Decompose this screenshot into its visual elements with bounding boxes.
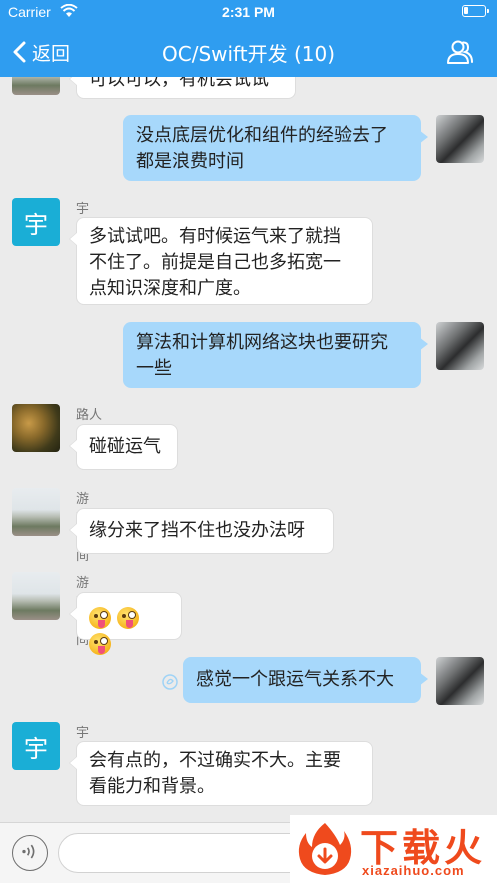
sender-avatar[interactable]: 宇 xyxy=(12,198,60,246)
sender-avatar[interactable]: 宇 xyxy=(12,722,60,770)
sender-avatar[interactable] xyxy=(12,488,60,536)
message-status-icon xyxy=(162,674,178,690)
message-text-line: 会有点的，不过确实不大。主要 xyxy=(89,750,341,771)
my-avatar[interactable] xyxy=(436,657,484,705)
chat-title: OC/Swift开发 (10) xyxy=(162,42,335,66)
message-bubble[interactable]: 可以可以，有机会试试 xyxy=(69,77,296,99)
message-text-line: 看能力和背景。 xyxy=(89,776,215,797)
message-bubble[interactable]: 感觉一个跟运气关系不大 xyxy=(183,657,428,703)
message-text: 感觉一个跟运气关系不大 xyxy=(196,669,394,690)
message-bubble[interactable]: 没点底层优化和组件的经验去了 都是浪费时间 xyxy=(123,115,428,181)
message-bubble[interactable] xyxy=(69,592,182,655)
message-text-line: 多试试吧。有时候运气来了就挡 xyxy=(89,226,341,247)
message-bubble[interactable]: 多试试吧。有时候运气来了就挡 不住了。前提是自己也多拓宽一 点知识深度和广度。 xyxy=(69,217,373,305)
message-text-line: 算法和计算机网络这块也要研究 xyxy=(136,332,388,353)
status-bar: Carrier 2:31 PM xyxy=(0,0,497,26)
tongue-wink-emoji xyxy=(89,607,111,629)
watermark: 下载火 xiazaihuo.com xyxy=(290,815,497,883)
message-text-line: 一些 xyxy=(136,358,172,379)
sender-avatar[interactable] xyxy=(12,572,60,620)
voice-wave-icon xyxy=(22,844,35,859)
message-bubble[interactable]: 算法和计算机网络这块也要研究 一些 xyxy=(123,322,428,388)
message-bubble[interactable]: 会有点的，不过确实不大。主要 看能力和背景。 xyxy=(69,741,373,806)
message-bubble[interactable]: 碰碰运气 xyxy=(69,424,178,470)
voice-input-button[interactable] xyxy=(12,835,48,871)
my-avatar[interactable] xyxy=(436,322,484,370)
tongue-wink-emoji xyxy=(89,633,111,655)
watermark-url: xiazaihuo.com xyxy=(362,863,465,878)
navigation-bar: 返回 OC/Swift开发 (10) xyxy=(0,26,497,77)
message-text: 碰碰运气 xyxy=(89,436,161,457)
message-text: 可以可以，有机会试试 xyxy=(89,77,269,90)
message-list[interactable]: 可以可以，有机会试试 没点底层优化和组件的经验去了 都是浪费时间 宇 宇文长空 … xyxy=(0,77,497,822)
message-text: 缘分来了挡不住也没办法呀 xyxy=(89,520,305,541)
message-text-line: 点知识深度和广度。 xyxy=(89,278,251,299)
message-text-line: 没点底层优化和组件的经验去了 xyxy=(136,125,388,146)
fire-logo-icon xyxy=(298,823,352,875)
tongue-wink-emoji xyxy=(117,607,139,629)
message-text-line: 不住了。前提是自己也多拓宽一 xyxy=(89,252,341,273)
group-members-icon[interactable] xyxy=(446,39,474,65)
message-bubble[interactable]: 缘分来了挡不住也没办法呀 xyxy=(69,508,334,554)
my-avatar[interactable] xyxy=(436,115,484,163)
message-text-line: 都是浪费时间 xyxy=(136,151,244,172)
sender-avatar[interactable] xyxy=(12,404,60,452)
clock: 2:31 PM xyxy=(222,4,275,20)
sender-avatar[interactable] xyxy=(12,77,60,95)
battery-icon xyxy=(462,5,489,17)
